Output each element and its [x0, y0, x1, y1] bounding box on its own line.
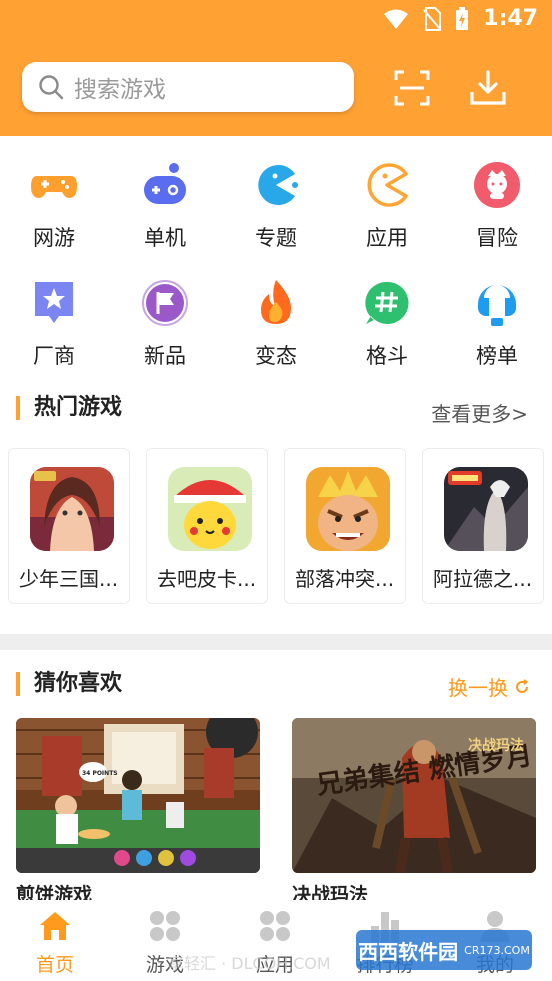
category-gedou[interactable]: 格斗 — [337, 278, 437, 370]
game-icon — [30, 467, 114, 551]
search-bar[interactable]: 搜索游戏 — [22, 62, 354, 112]
refresh-icon — [516, 678, 529, 693]
faint-watermark: 享轻汇 · DLCOH.COM — [168, 954, 331, 973]
banner-logo: 决战玛法 — [468, 737, 524, 754]
category-label: 榜单 — [476, 344, 518, 368]
controller-icon — [144, 163, 186, 204]
flag-icon — [142, 280, 188, 326]
watermark-text: 西西软件园 — [358, 939, 459, 964]
watermark-site: CR173.COM — [464, 943, 530, 957]
section-divider — [0, 634, 552, 650]
game-name: 阿拉德之... — [433, 567, 533, 591]
game-banner-card[interactable]: 34 POINTS — [16, 718, 260, 873]
hot-game-card[interactable]: 部落冲突... — [284, 448, 406, 604]
hot-game-card[interactable]: 少年三国... — [8, 448, 130, 604]
game-name: 去吧皮卡... — [157, 567, 257, 591]
category-label: 应用 — [366, 226, 408, 250]
header: 1:47 搜索游戏 — [0, 0, 552, 136]
game-name: 少年三国... — [19, 567, 119, 591]
category-label: 变态 — [255, 344, 297, 368]
category-xinpin[interactable]: 新品 — [115, 278, 215, 370]
game-icon — [168, 467, 252, 551]
tab-home[interactable]: 首页 — [10, 908, 100, 977]
home-icon — [40, 912, 70, 940]
no-sim-icon — [423, 6, 442, 31]
apps-icon — [260, 911, 290, 941]
category-bangdan[interactable]: 榜单 — [447, 278, 547, 370]
guess-section-title: 猜你喜欢 — [16, 672, 122, 696]
refresh-label: 换一换 — [448, 676, 508, 700]
hot-game-card[interactable]: 去吧皮卡... — [146, 448, 268, 604]
star-card-icon — [35, 282, 73, 323]
game-banner-image: 兄弟集结 燃情岁月 决战玛法 — [292, 718, 536, 873]
game-icon — [306, 467, 390, 551]
gamepad-icon — [31, 176, 77, 198]
category-danji[interactable]: 单机 — [115, 160, 215, 252]
game-name: 部落冲突... — [295, 567, 395, 591]
category-maoxian[interactable]: 冒险 — [447, 160, 547, 252]
view-more-link[interactable]: 查看更多> — [431, 398, 528, 427]
battery-charging-icon — [456, 6, 469, 30]
grid-icon — [150, 911, 180, 941]
category-zhuanti[interactable]: 专题 — [226, 160, 326, 252]
pacman-outline-icon — [367, 163, 408, 207]
hashtag-chat-icon — [365, 281, 409, 324]
search-input[interactable]: 搜索游戏 — [74, 70, 166, 104]
refresh-button[interactable]: 换一换 — [448, 672, 530, 701]
game-icon — [444, 467, 528, 551]
category-changshang[interactable]: 厂商 — [4, 278, 104, 370]
category-label: 网游 — [33, 226, 75, 250]
category-label: 新品 — [144, 344, 186, 368]
category-label: 单机 — [144, 226, 186, 250]
search-icon — [39, 75, 64, 100]
pacman-icon — [258, 165, 298, 205]
category-yingyong[interactable]: 应用 — [337, 160, 437, 252]
headset-icon — [478, 285, 516, 326]
watermark-logo: 西西软件园 CR173.COM — [356, 930, 532, 970]
status-time: 1:47 — [483, 6, 538, 31]
wifi-icon — [384, 9, 409, 29]
scan-icon[interactable] — [392, 68, 432, 108]
status-bar: 1:47 — [0, 0, 552, 40]
game-banner-card[interactable]: 兄弟集结 燃情岁月 决战玛法 — [292, 718, 536, 873]
category-biantai[interactable]: 变态 — [226, 278, 326, 370]
hot-game-card[interactable]: 阿拉德之... — [422, 448, 544, 604]
flame-icon — [261, 280, 291, 324]
banner-points: 34 POINTS — [82, 770, 118, 777]
category-wangyou[interactable]: 网游 — [4, 160, 104, 252]
category-label: 冒险 — [476, 226, 518, 250]
category-label: 专题 — [255, 226, 297, 250]
character-icon — [474, 162, 520, 208]
tab-label: 首页 — [35, 954, 74, 976]
category-label: 格斗 — [366, 344, 408, 368]
category-label: 厂商 — [33, 344, 75, 368]
download-icon[interactable] — [468, 68, 508, 108]
game-banner-image: 34 POINTS — [16, 718, 260, 873]
hot-section-title: 热门游戏 — [16, 396, 122, 420]
